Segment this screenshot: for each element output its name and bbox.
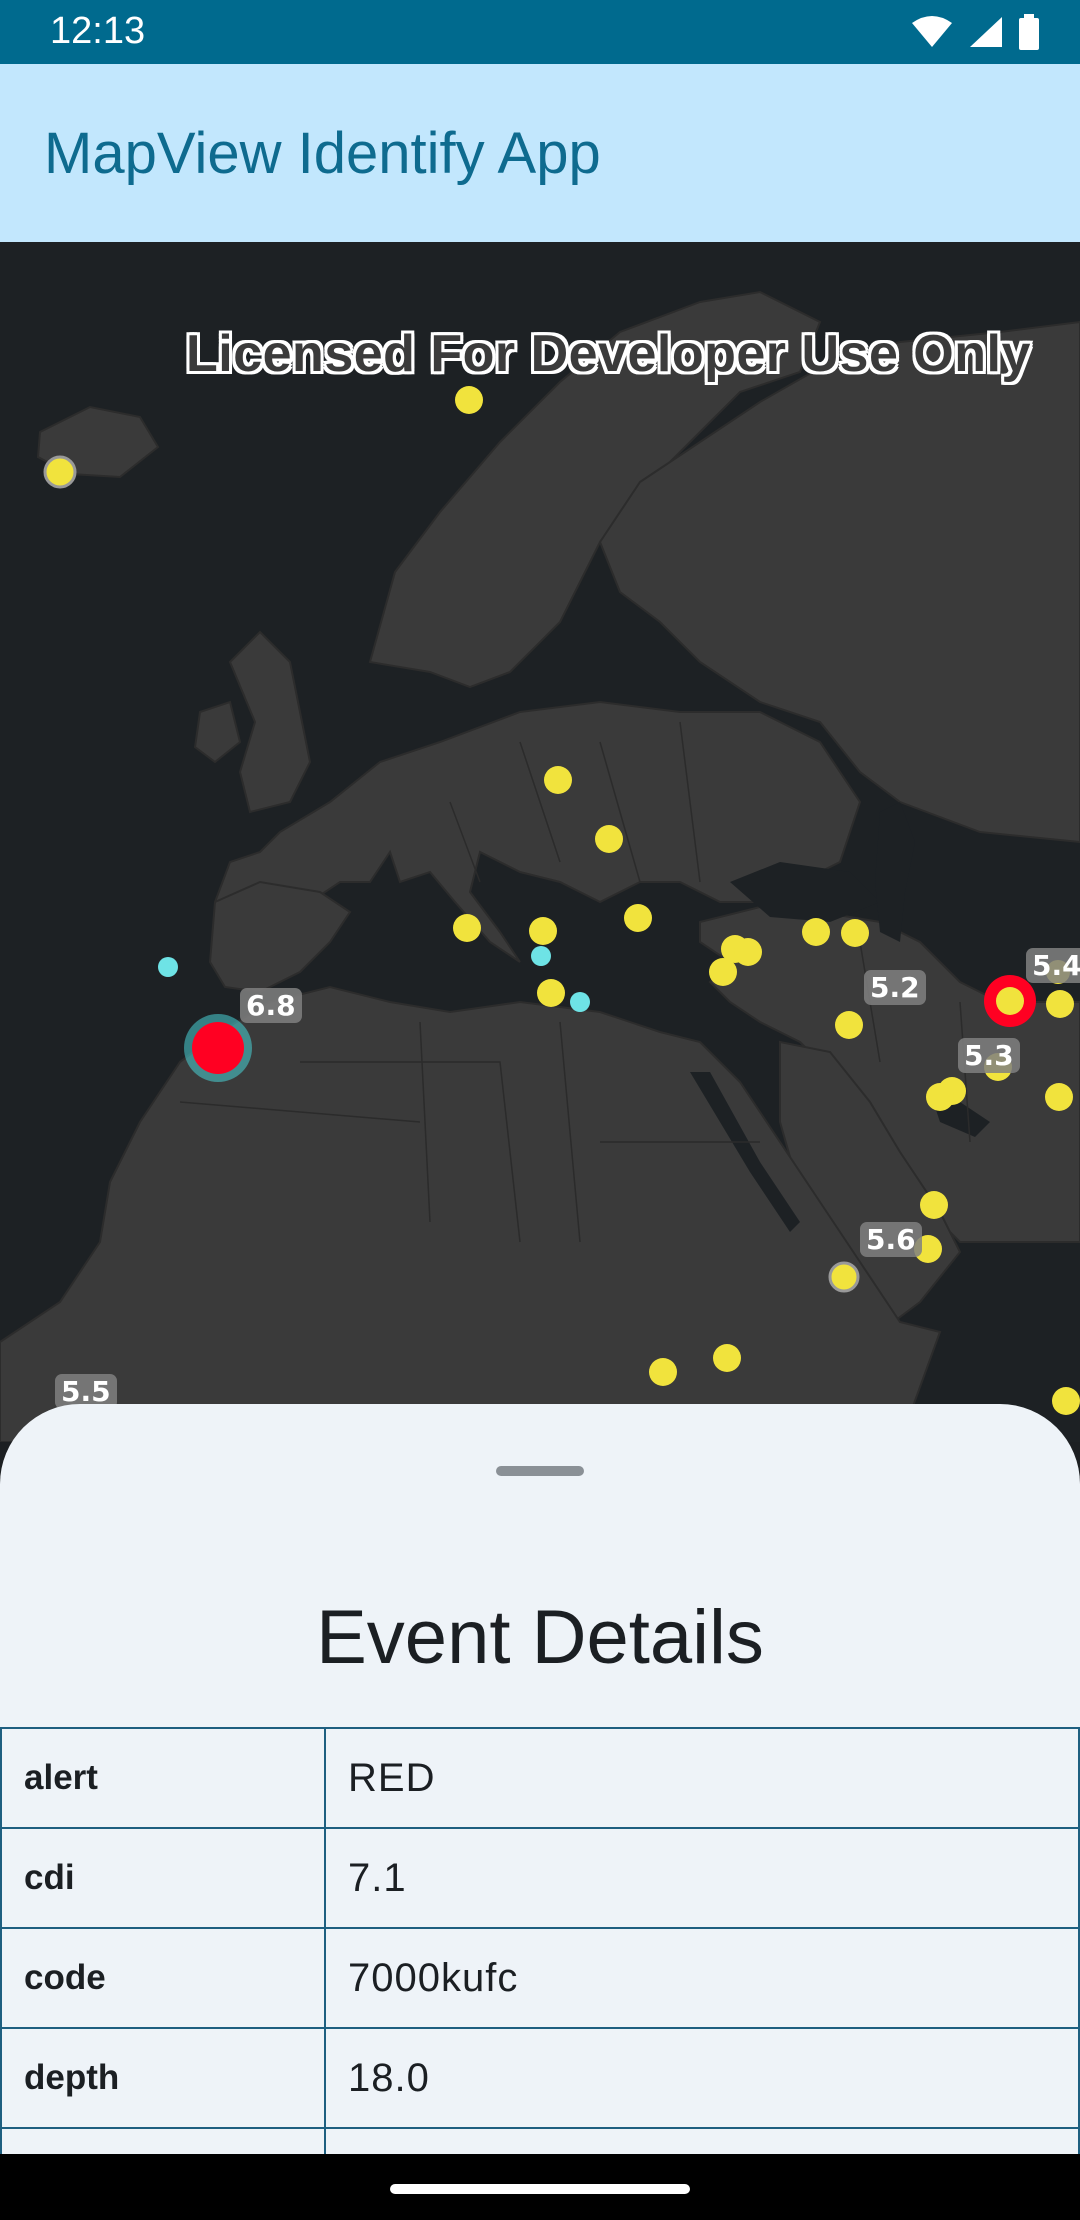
attribute-value: 18.0 — [324, 2027, 1080, 2129]
table-row — [0, 2127, 1080, 2154]
quake-point — [920, 1191, 948, 1219]
status-icons — [910, 14, 1040, 50]
quake-point — [713, 1344, 741, 1372]
status-time: 12:13 — [50, 10, 146, 52]
quake-point — [1046, 990, 1074, 1018]
quake-point — [841, 919, 869, 947]
app-title: MapView Identify App — [44, 121, 601, 186]
attribute-key: alert — [0, 1727, 326, 1829]
map-view[interactable]: Licensed For Developer Use Only 6.8 5.2 … — [0, 242, 1080, 1442]
table-row: alert RED — [0, 1727, 1080, 1829]
attribute-key: depth — [0, 2027, 326, 2129]
quake-point — [595, 825, 623, 853]
quake-point — [537, 979, 565, 1007]
quake-point — [453, 914, 481, 942]
status-bar: 12:13 — [0, 0, 1080, 64]
attribute-key — [0, 2127, 326, 2154]
license-watermark: Licensed For Developer Use Only — [186, 325, 1031, 383]
quake-point — [996, 987, 1024, 1015]
magnitude-label: 6.8 — [240, 988, 302, 1023]
quake-point — [802, 918, 830, 946]
quake-point — [649, 1358, 677, 1386]
map-basemap — [0, 290, 1080, 1442]
quake-point — [1052, 1387, 1080, 1415]
event-details-table: alert RED cdi 7.1 code 7000kufc depth 18… — [0, 1727, 1080, 2154]
attribute-value: 7.1 — [324, 1827, 1080, 1929]
attribute-value: 7000kufc — [324, 1927, 1080, 2029]
navigation-bar — [0, 2154, 1080, 2220]
quake-point — [734, 938, 762, 966]
quake-point — [828, 1261, 860, 1293]
attribute-key: code — [0, 1927, 326, 2029]
quake-point — [544, 766, 572, 794]
quake-point — [531, 946, 551, 966]
attribute-key: cdi — [0, 1827, 326, 1929]
home-indicator[interactable] — [390, 2184, 690, 2194]
magnitude-label: 5.6 — [860, 1222, 922, 1257]
table-row: depth 18.0 — [0, 2027, 1080, 2129]
quake-point — [455, 386, 483, 414]
table-row: code 7000kufc — [0, 1927, 1080, 2029]
attribute-value — [324, 2127, 1080, 2154]
quake-point-selected — [192, 1022, 244, 1074]
wifi-icon — [912, 16, 952, 47]
quake-point — [835, 1011, 863, 1039]
app-bar: MapView Identify App — [0, 64, 1080, 242]
sheet-title: Event Details — [316, 1595, 764, 1680]
quake-point — [709, 958, 737, 986]
drag-handle[interactable] — [496, 1466, 584, 1476]
attribute-value: RED — [324, 1727, 1080, 1829]
cellular-signal-icon — [970, 17, 1002, 47]
table-row: cdi 7.1 — [0, 1827, 1080, 1929]
quake-point — [158, 957, 178, 977]
quake-point — [624, 904, 652, 932]
quake-point — [926, 1083, 954, 1111]
quake-point — [529, 917, 557, 945]
quake-point — [43, 455, 77, 489]
quake-point — [1045, 1083, 1073, 1111]
event-details-sheet[interactable]: Event Details alert RED cdi 7.1 code 700… — [0, 1404, 1080, 2154]
magnitude-label: 5.4 — [1026, 948, 1080, 983]
magnitude-label: 5.2 — [864, 970, 926, 1005]
battery-icon — [1019, 14, 1039, 50]
quake-point — [570, 992, 590, 1012]
magnitude-label: 5.3 — [958, 1038, 1020, 1073]
